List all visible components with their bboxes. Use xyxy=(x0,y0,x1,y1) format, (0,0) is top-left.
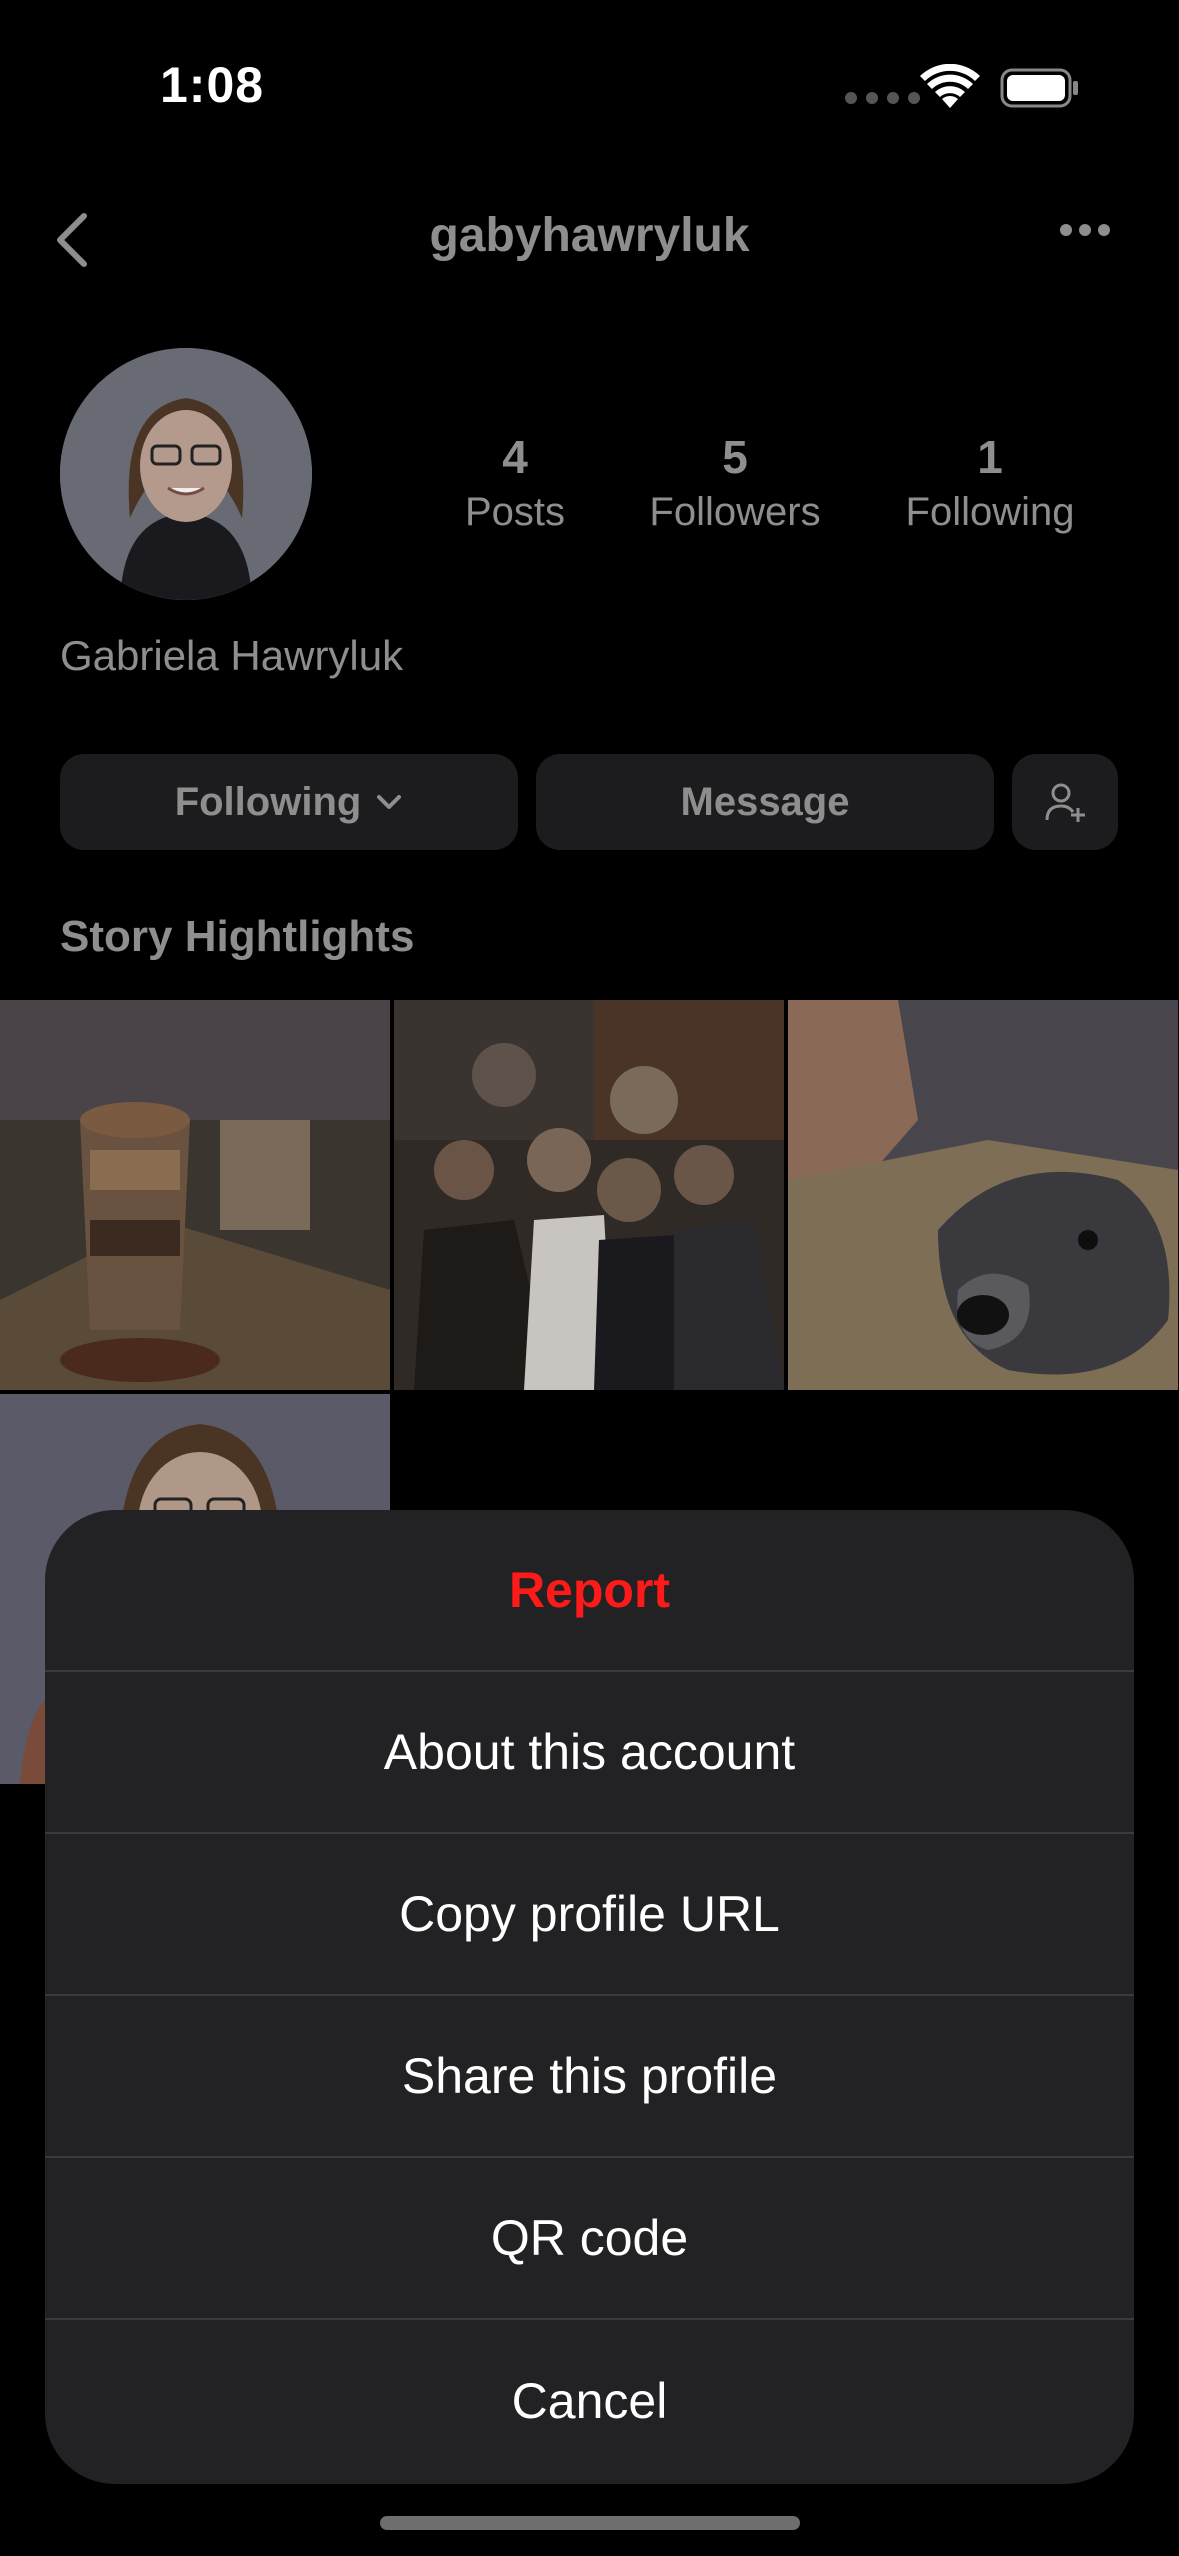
action-sheet: Report About this account Copy profile U… xyxy=(45,1510,1134,2484)
about-account-button[interactable]: About this account xyxy=(45,1672,1134,1834)
following-button[interactable]: Following xyxy=(60,754,518,850)
stat-following-value: 1 xyxy=(977,431,1003,483)
story-highlights-title: Story Hightlights xyxy=(60,912,415,961)
message-button-label: Message xyxy=(680,779,850,824)
post-thumbnail-group-photo[interactable] xyxy=(394,1000,784,1390)
stat-following[interactable]: 1 Following xyxy=(880,430,1100,535)
stat-posts-value: 4 xyxy=(502,431,528,483)
cancel-button[interactable]: Cancel xyxy=(45,2320,1134,2482)
following-button-label: Following xyxy=(174,779,362,824)
post-thumbnail-dog[interactable] xyxy=(788,1000,1178,1390)
copy-profile-url-button[interactable]: Copy profile URL xyxy=(45,1834,1134,1996)
battery-icon xyxy=(1000,68,1078,108)
report-button[interactable]: Report xyxy=(45,1510,1134,1672)
stat-posts[interactable]: 4 Posts xyxy=(440,430,590,535)
stat-followers-label: Followers xyxy=(649,490,821,534)
share-profile-button[interactable]: Share this profile xyxy=(45,1996,1134,2158)
stat-followers[interactable]: 5 Followers xyxy=(620,430,850,535)
profile-screen: 1:08 gabyhawryluk 4 Posts 5 Followers 1 … xyxy=(0,0,1179,2556)
add-person-button[interactable] xyxy=(1012,754,1118,850)
stat-followers-value: 5 xyxy=(722,431,748,483)
stat-following-label: Following xyxy=(905,490,1075,534)
more-dots-icon[interactable] xyxy=(1060,224,1110,236)
status-bar: 1:08 xyxy=(0,0,1179,150)
message-button[interactable]: Message xyxy=(536,754,994,850)
qr-code-button[interactable]: QR code xyxy=(45,2158,1134,2320)
signal-icon xyxy=(845,92,920,104)
wifi-icon xyxy=(920,64,980,108)
stat-posts-label: Posts xyxy=(464,490,566,534)
post-thumbnail-dessert[interactable] xyxy=(0,1000,390,1390)
profile-full-name: Gabriela Hawryluk xyxy=(60,632,404,679)
status-time: 1:08 xyxy=(160,57,265,113)
home-indicator[interactable] xyxy=(380,2516,800,2530)
add-person-icon xyxy=(1045,783,1085,822)
profile-username: gabyhawryluk xyxy=(429,209,750,262)
avatar[interactable] xyxy=(60,348,312,600)
chevron-down-icon xyxy=(377,795,402,809)
